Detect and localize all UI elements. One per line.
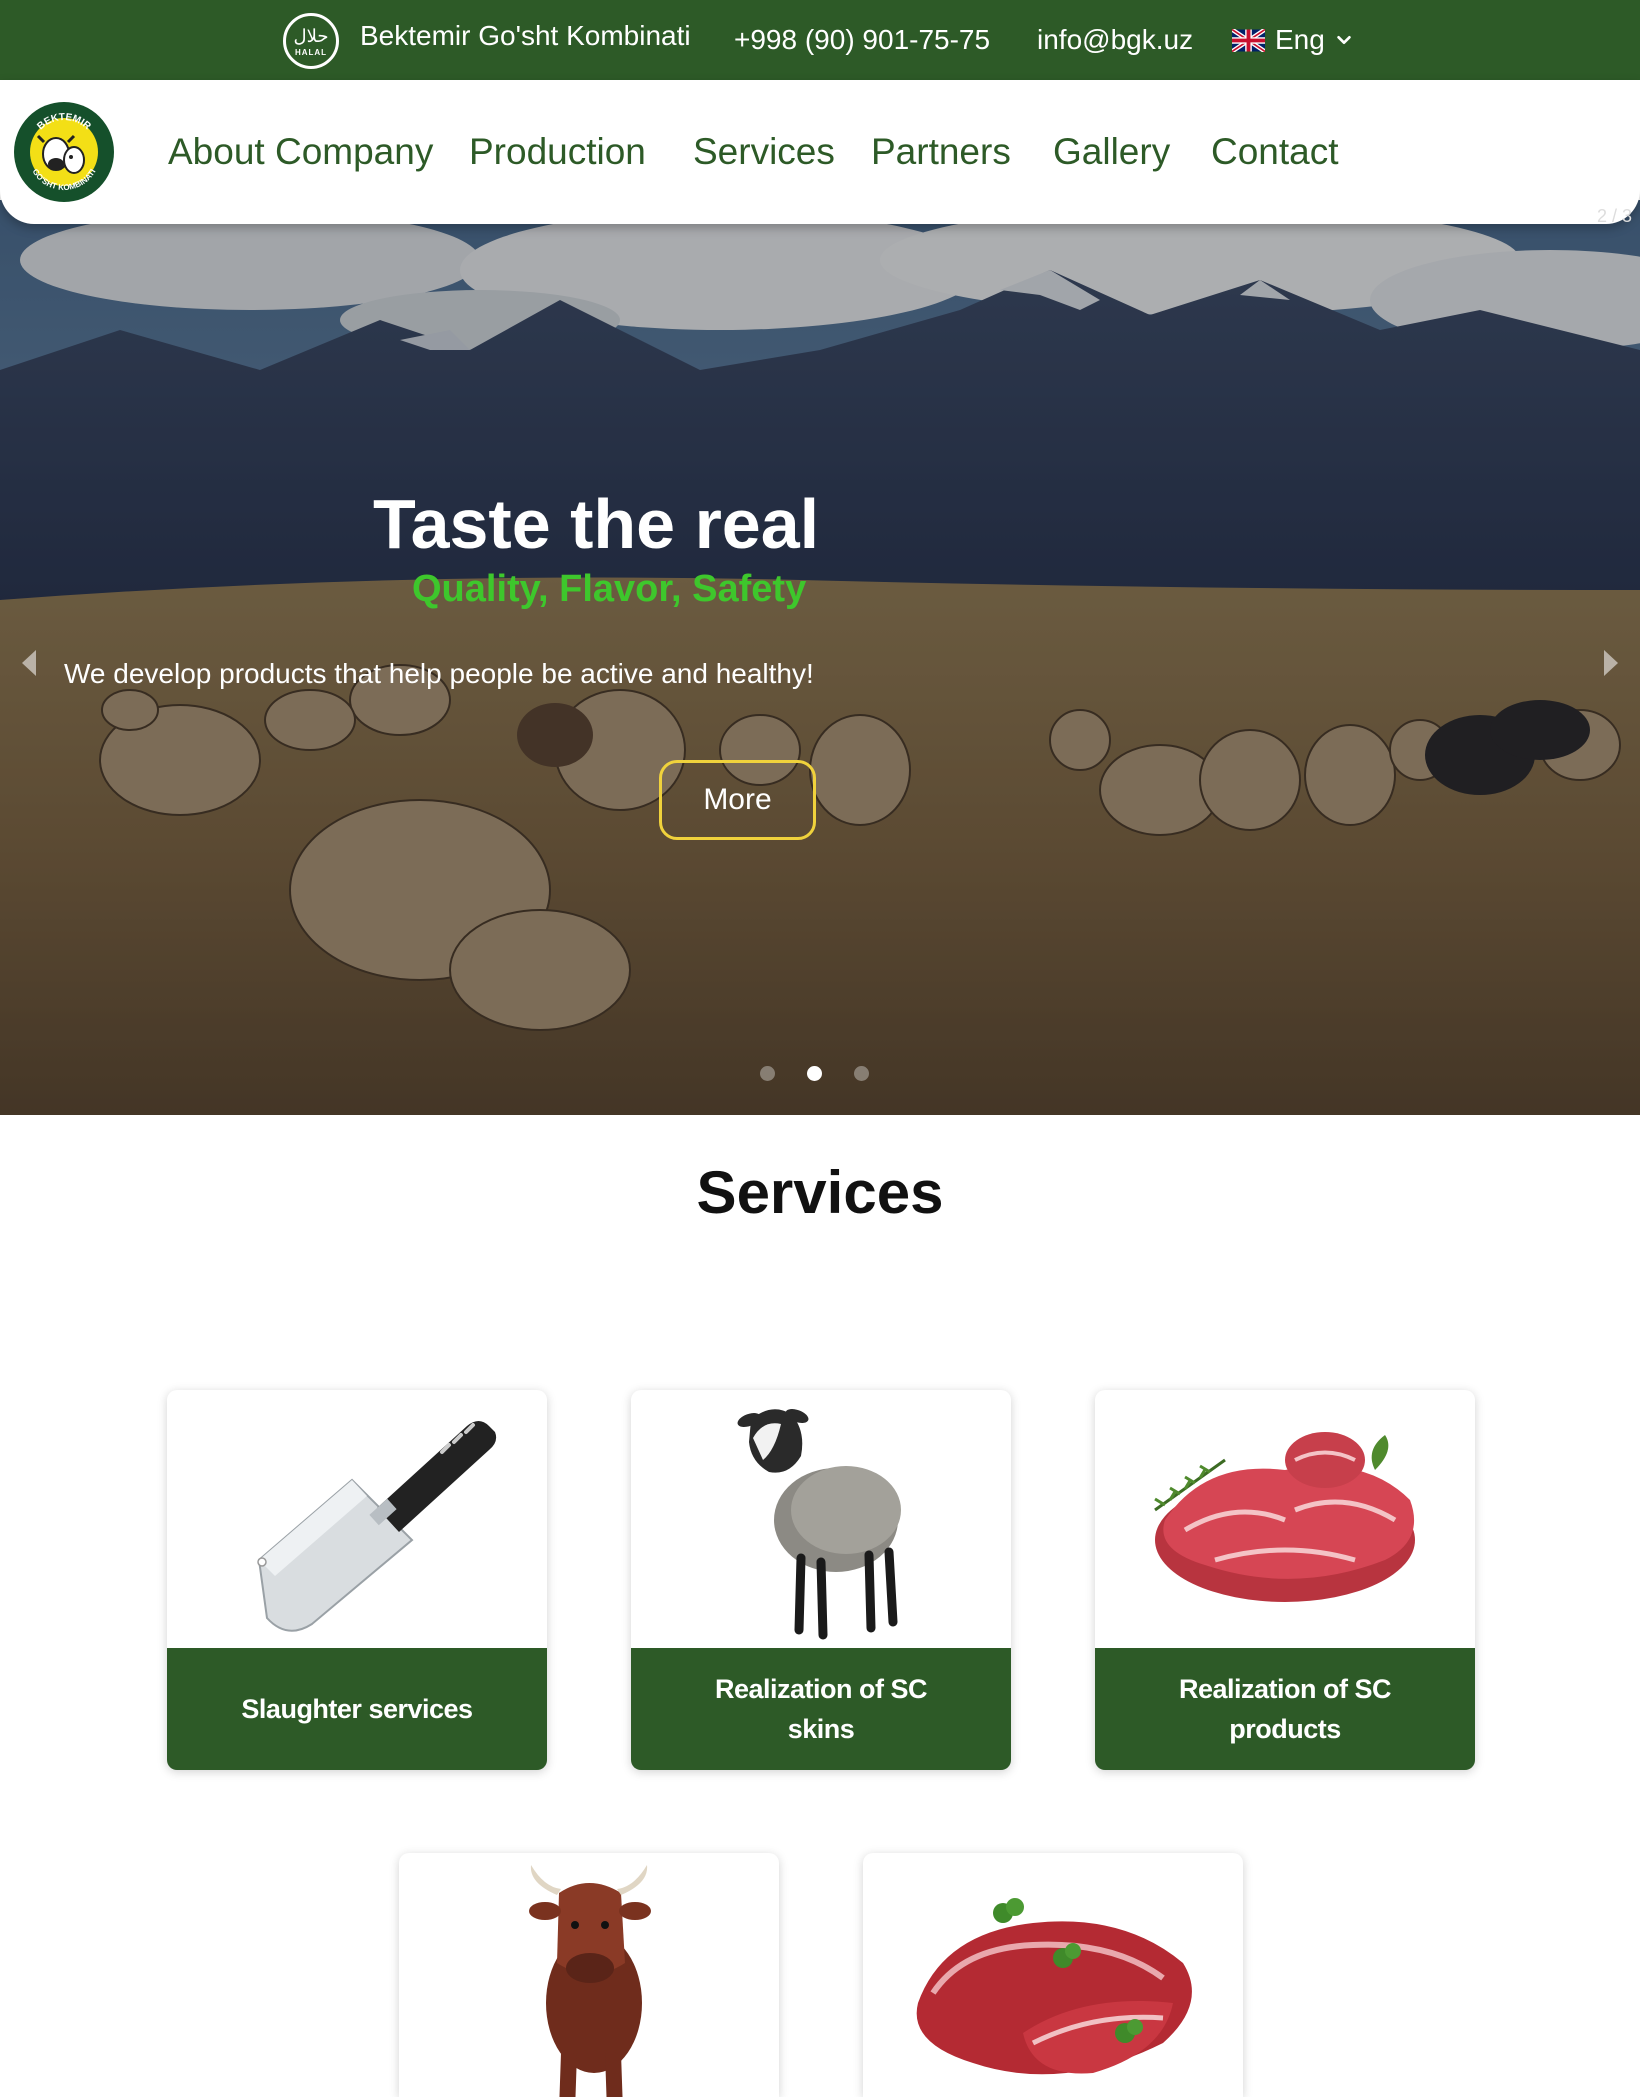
uk-flag-icon [1232,28,1265,52]
service-card-label: Realization of SC products [1178,1674,1392,1744]
nav-partners[interactable]: Partners [871,130,1011,174]
top-bar: حلال HALAL Bektemir Go'sht Kombinati +99… [0,0,1640,80]
language-label: Eng [1275,24,1325,55]
service-card-skins[interactable]: Realization of SC skins [631,1390,1011,1770]
slide-counter: 2 / 3 [1596,206,1632,226]
logo-ring-icon: BEKTEMIR GO'SHT KOMBINATI [15,103,113,201]
company-logo[interactable]: BEKTEMIR GO'SHT KOMBINATI [14,102,114,202]
slider-dot-1[interactable] [760,1066,775,1081]
hero-slider: Taste the real Quality, Flavor, Safety W… [0,200,1640,1115]
nav-contact[interactable]: Contact [1211,130,1339,174]
lamb-meat-icon [1154,1432,1415,1602]
hero-description: We develop products that help people be … [64,658,814,689]
company-name: Bektemir Go'sht Kombinati [360,20,691,51]
card-label-box: Realization of SC products [1095,1648,1475,1770]
slider-dots [760,1066,869,1081]
service-card-bull[interactable] [399,1853,779,2097]
chevron-down-icon [1337,35,1351,45]
hero-subtitle: Quality, Flavor, Safety [412,568,807,610]
service-card-label: Realization of SC skins [714,1674,928,1744]
nav-about-company[interactable]: About Company [168,130,433,174]
services-heading: Services [696,1159,944,1226]
slider-dot-3[interactable] [854,1066,869,1081]
language-selector[interactable]: Eng [1232,20,1353,60]
halal-latin-label: HALAL [294,47,328,57]
hero-title: Taste the real [373,485,820,563]
service-card-products[interactable]: Realization of SC products [1095,1390,1475,1770]
card-label-box: Realization of SC skins [631,1648,1011,1770]
service-card-label: Slaughter services [241,1694,473,1724]
bull-icon [529,1865,651,2097]
nav-services[interactable]: Services [693,130,835,174]
halal-arabic-label: حلال [293,25,329,47]
halal-badge-icon: حلال HALAL [283,13,339,69]
service-card-slaughter[interactable]: Slaughter services [167,1390,547,1770]
nav-gallery[interactable]: Gallery [1053,130,1170,174]
phone-link[interactable]: +998 (90) 901-75-75 [734,20,990,60]
slider-dot-2[interactable] [807,1066,822,1081]
more-button[interactable]: More [659,760,816,840]
beef-steak-icon [916,1898,1192,2075]
slider-next-arrow-icon[interactable] [1594,640,1628,686]
nav-production[interactable]: Production [469,130,646,174]
main-header: BEKTEMIR GO'SHT KOMBINATI About Company … [0,80,1640,224]
cleaver-knife-icon [257,1421,497,1632]
service-card-beef[interactable] [863,1853,1243,2097]
slider-prev-arrow-icon[interactable] [12,640,46,686]
sheep-icon [737,1409,901,1640]
email-link[interactable]: info@bgk.uz [1037,20,1193,60]
card-label-box: Slaughter services [167,1648,547,1770]
